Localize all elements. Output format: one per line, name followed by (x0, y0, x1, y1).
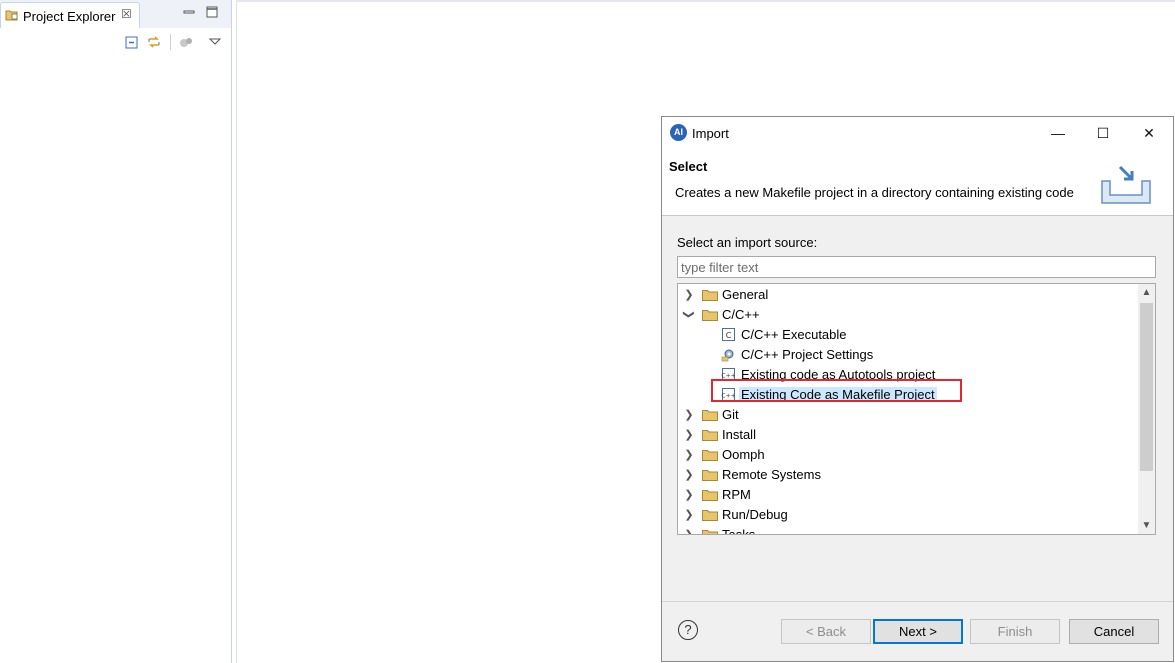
svg-text:C: C (726, 331, 732, 340)
import-source-tree[interactable]: ❯ General ❯ C/C++ C C/C++ Executable C/C… (677, 283, 1156, 535)
tree-item-label: Git (722, 407, 739, 422)
maximize-button[interactable]: ☐ (1080, 117, 1126, 149)
finish-button[interactable]: Finish (970, 619, 1060, 644)
chevron-right-icon[interactable]: ❯ (683, 428, 695, 441)
folder-open-icon (702, 310, 718, 321)
folder-icon (702, 510, 718, 521)
folder-icon (702, 530, 718, 534)
tree-item-label: Remote Systems (722, 467, 821, 482)
c-file-icon: C (722, 328, 735, 341)
tree-item-git[interactable]: ❯ Git (678, 405, 1138, 425)
project-explorer-tab[interactable]: Project Explorer ☒ (0, 2, 140, 28)
toolbar-separator (170, 34, 171, 50)
tree-item-label: C/C++ Executable (741, 327, 847, 342)
tree-scrollbar[interactable]: ▲ ▼ (1138, 284, 1155, 534)
next-button[interactable]: Next > (873, 619, 963, 644)
import-source-label: Select an import source: (677, 235, 818, 250)
tree-item-cpp-project-settings[interactable]: C/C++ Project Settings (678, 345, 1138, 365)
explorer-tab-bar: Project Explorer ☒ (0, 0, 231, 28)
folder-icon (702, 290, 718, 301)
import-dialog: AI Import — ☐ ✕ Select Creates a new Mak… (661, 116, 1174, 662)
dialog-title: Import (692, 126, 729, 141)
cancel-button[interactable]: Cancel (1069, 619, 1159, 644)
dialog-button-bar: ? < Back Next > Finish Cancel (662, 601, 1173, 662)
chevron-down-icon[interactable]: ❯ (683, 309, 696, 321)
filter-input[interactable] (677, 256, 1156, 278)
project-explorer-view: Project Explorer ☒ (0, 0, 232, 663)
chevron-right-icon[interactable]: ❯ (683, 448, 695, 461)
chevron-right-icon[interactable]: ❯ (683, 488, 695, 501)
close-icon[interactable]: ☒ (121, 7, 132, 21)
close-button[interactable]: ✕ (1126, 117, 1172, 149)
view-menu-icon[interactable] (207, 34, 223, 50)
tree-item-label: C/C++ Project Settings (741, 347, 874, 362)
project-explorer-icon (5, 10, 18, 21)
chevron-right-icon[interactable]: ❯ (683, 288, 695, 301)
minimize-button[interactable]: — (1035, 117, 1081, 149)
maximize-view-icon[interactable] (206, 6, 218, 18)
tree-item-rpm[interactable]: ❯ RPM (678, 485, 1138, 505)
folder-icon (702, 430, 718, 441)
folder-icon (702, 490, 718, 501)
app-icon: AI (670, 124, 687, 141)
tree-item-tasks[interactable]: ❯ Tasks (678, 525, 1138, 535)
project-explorer-tab-label: Project Explorer (23, 9, 116, 24)
import-wizard-icon (1101, 165, 1151, 204)
tree-item-label: Oomph (722, 447, 765, 462)
settings-icon (721, 349, 734, 362)
scroll-down-icon[interactable]: ▼ (1138, 517, 1155, 534)
scroll-up-icon[interactable]: ▲ (1138, 284, 1155, 301)
tree-item-general[interactable]: ❯ General (678, 285, 1138, 305)
tree-item-oomph[interactable]: ❯ Oomph (678, 445, 1138, 465)
chevron-right-icon[interactable]: ❯ (683, 408, 695, 421)
tree-item-cpp[interactable]: ❯ C/C++ (678, 305, 1138, 325)
collapse-all-icon[interactable] (124, 34, 140, 50)
focus-on-active-task-icon[interactable] (178, 34, 194, 50)
tree-item-run-debug[interactable]: ❯ Run/Debug (678, 505, 1138, 525)
tree-item-label: Run/Debug (722, 507, 788, 522)
tree-item-remote-systems[interactable]: ❯ Remote Systems (678, 465, 1138, 485)
annotation-highlight-box (711, 379, 962, 402)
folder-icon (702, 450, 718, 461)
tree-item-label: Install (722, 427, 756, 442)
page-description: Creates a new Makefile project in a dire… (675, 185, 1074, 200)
tree-item-cpp-executable[interactable]: C C/C++ Executable (678, 325, 1138, 345)
tree-item-label: RPM (722, 487, 751, 502)
chevron-right-icon[interactable]: ❯ (683, 528, 695, 534)
tree-item-label: C/C++ (722, 307, 760, 322)
minimize-view-icon[interactable] (183, 6, 195, 18)
tree-item-label: Tasks (722, 527, 756, 535)
folder-icon (702, 470, 718, 481)
explorer-toolbar (0, 28, 231, 54)
folder-icon (702, 410, 718, 421)
wizard-banner: Select Creates a new Makefile project in… (662, 149, 1173, 216)
tree-item-install[interactable]: ❯ Install (678, 425, 1138, 445)
chevron-right-icon[interactable]: ❯ (683, 468, 695, 481)
chevron-right-icon[interactable]: ❯ (683, 508, 695, 521)
scrollbar-thumb[interactable] (1140, 303, 1153, 471)
tree-item-label: General (722, 287, 769, 302)
page-title: Select (669, 159, 708, 174)
dialog-titlebar[interactable]: AI Import — ☐ ✕ (662, 117, 1173, 149)
back-button[interactable]: < Back (781, 619, 871, 644)
help-button[interactable]: ? (678, 620, 698, 640)
link-with-editor-icon[interactable] (146, 34, 162, 50)
